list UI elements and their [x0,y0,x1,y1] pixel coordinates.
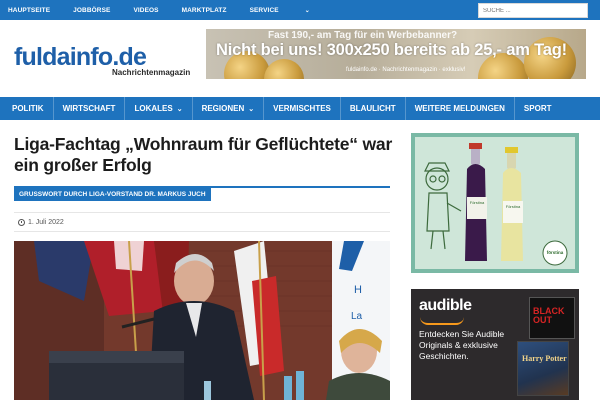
bottle-label-a: Förstina [469,200,485,205]
top-link-service[interactable]: SERVICE ⌄ [250,7,333,14]
coin-image [264,59,304,79]
nav-item-weitere-meldungen[interactable]: WEITERE MELDUNGEN [406,97,515,120]
banner-footnote: fuldainfo.de · Nachrichtenmagazin · exkl… [346,67,466,73]
book-cover-harry-potter: Harry Potter [517,341,569,396]
chevron-down-icon: ⌄ [248,105,255,113]
top-link-videos[interactable]: VIDEOS [133,7,158,14]
speaker-photo: H La [14,241,390,400]
nav-item-blaulicht[interactable]: BLAULICHT [341,97,406,120]
nav-item-sport[interactable]: SPORT [515,97,561,120]
svg-text:La: La [351,311,363,322]
article-meta: 1. Juli 2022 [14,212,390,232]
clock-icon [18,218,25,226]
audible-logo: audible [419,297,472,314]
logo-text: fuldainfo.de [14,43,147,71]
top-link-hauptseite[interactable]: HAUPTSEITE [8,7,50,14]
bottle-label-b: Förstina [505,204,521,209]
nav-item-regionen[interactable]: REGIONEN ⌄ [193,97,265,120]
article-photo[interactable]: H La [14,241,390,400]
banner-line-1: Fast 190,- am Tag für ein Werbebanner? [268,30,458,41]
nav-item-politik[interactable]: POLITIK [3,97,54,120]
audible-copy: Entdecken Sie Audible Originals & exklus… [419,329,505,361]
top-links: HAUPTSEITE JOBBÖRSE VIDEOS MARKTPLATZ SE… [8,0,356,20]
chevron-down-icon: ⌄ [304,7,310,14]
top-link-marktplatz[interactable]: MARKTPLATZ [182,7,227,14]
book-cover-blackout: BLACK OUT [529,297,575,339]
banner-headline: Nicht bei uns! 300x250 bereits ab 25,- a… [216,41,567,59]
article-subtitle: GRUSSWORT DURCH LIGA-VORSTAND DR. MARKUS… [14,188,211,201]
book-cover-harry-potter-title: Harry Potter [522,354,567,363]
chevron-down-icon: ⌄ [176,105,183,113]
book-cover-blackout-title: BLACK OUT [533,306,565,325]
drinks-ad-inner: Förstina Förstina förstina [415,137,575,269]
site-logo[interactable]: fuldainfo.de Nachrichtenmagazin [14,43,190,77]
svg-text:H: H [354,284,362,296]
nav-item-wirtschaft[interactable]: WIRTSCHAFT [54,97,126,120]
top-link-service-label: SERVICE [249,6,279,14]
top-link-jobboerse[interactable]: JOBBÖRSE [73,7,110,14]
article-title: Liga-Fachtag „Wohnraum für Geflüchtete“ … [14,134,393,175]
nav-item-regionen-label: REGIONEN [201,104,245,113]
audible-smile-icon [420,317,464,325]
banner-ad[interactable]: Fast 190,- am Tag für ein Werbebanner? N… [206,29,586,79]
nav-item-lokales[interactable]: LOKALES ⌄ [125,97,193,120]
nav-item-vermischtes[interactable]: VERMISCHTES [264,97,341,120]
article-date: 1. Juli 2022 [28,218,64,226]
top-utility-bar: HAUPTSEITE JOBBÖRSE VIDEOS MARKTPLATZ SE… [0,0,600,20]
logo-tagline: Nachrichtenmagazin [112,68,191,77]
sidebar-ad-audible[interactable]: audible Entdecken Sie Audible Originals … [411,289,579,400]
main-navigation: POLITIK WIRTSCHAFT LOKALES ⌄ REGIONEN ⌄ VE… [0,97,600,120]
search-input[interactable] [478,3,588,18]
sidebar-ad-drinks[interactable]: Förstina Förstina förstina [411,133,579,273]
nav-item-lokales-label: LOKALES [134,104,173,113]
drinks-brand-logo: förstina [546,250,564,255]
